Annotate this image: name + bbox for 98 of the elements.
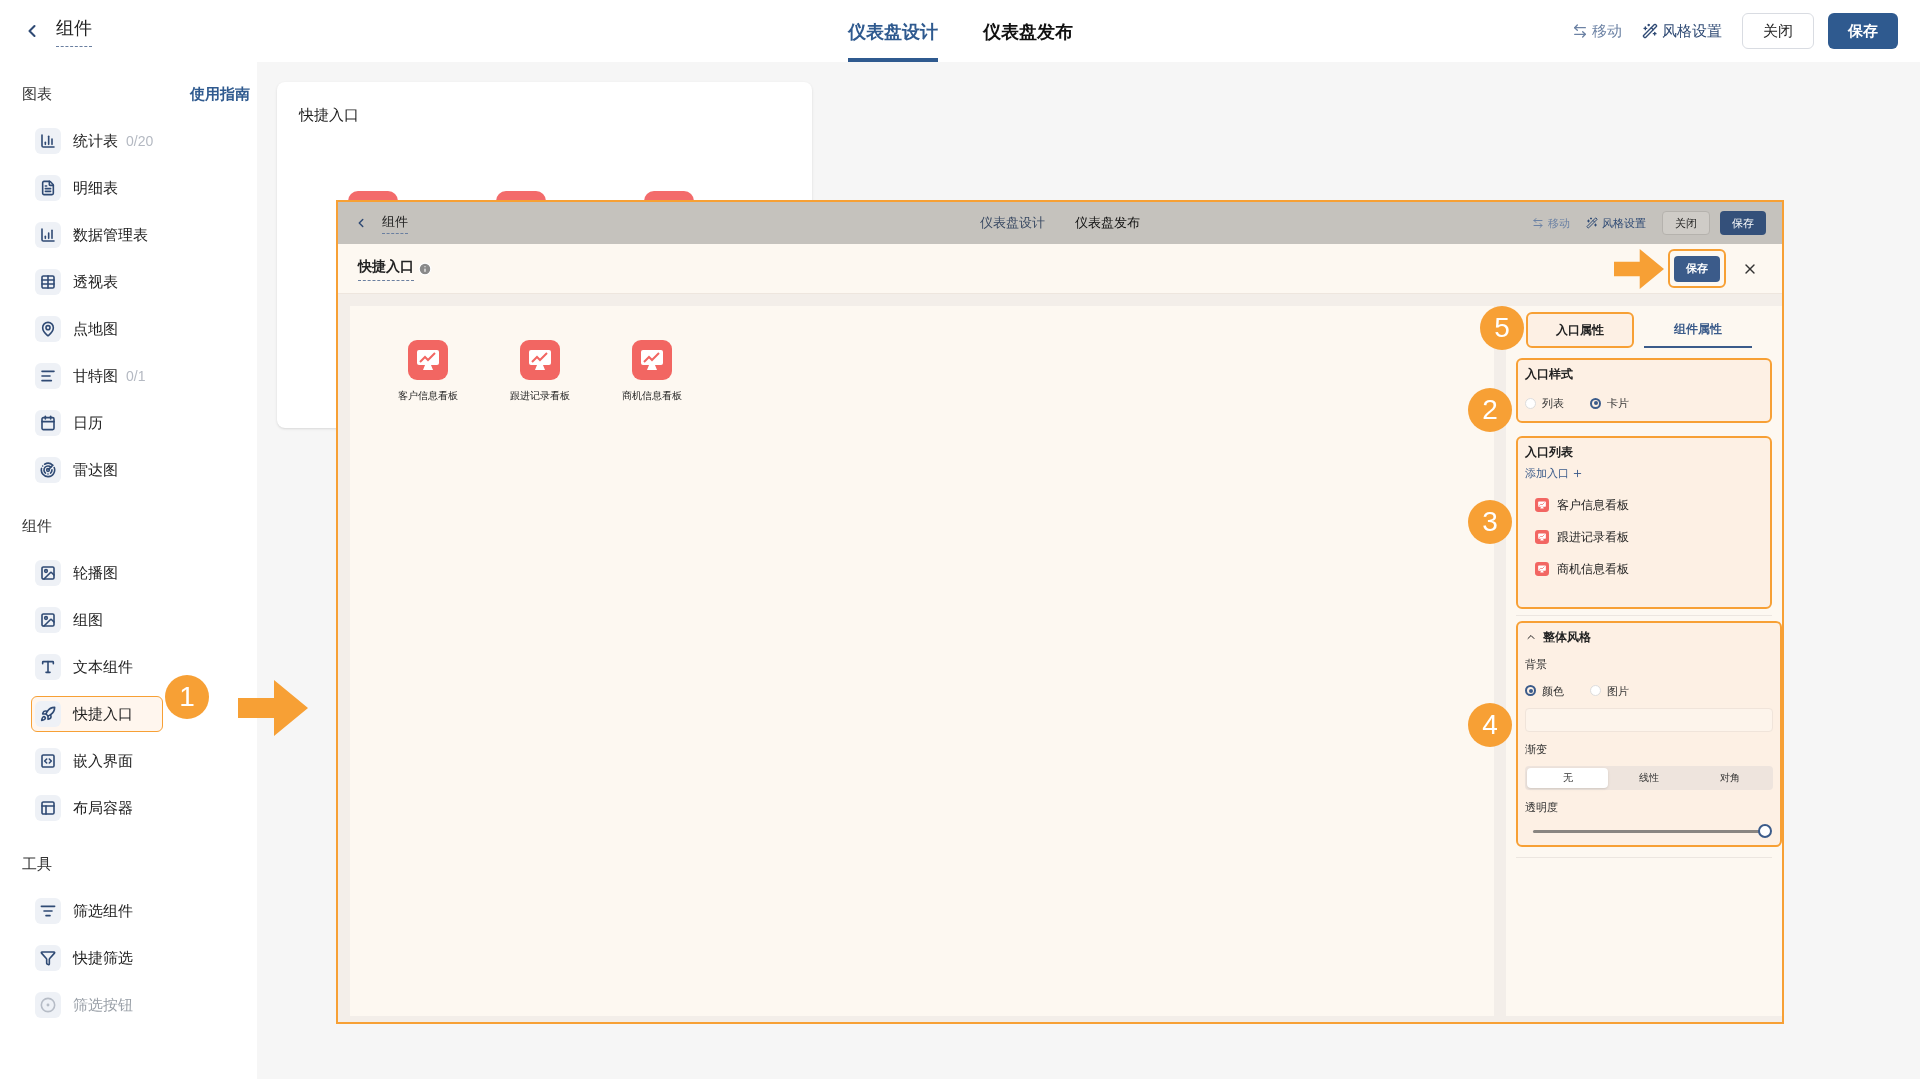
item-count: 0/1: [126, 366, 146, 386]
panel-title: 快捷入口: [358, 256, 414, 281]
sidebar-item[interactable]: 快捷筛选: [31, 940, 163, 976]
section-title: 组件: [22, 515, 52, 536]
image-icon: [35, 607, 61, 633]
field-label: 透明度: [1525, 799, 1559, 815]
map-pin-icon: [35, 316, 61, 342]
segment-option[interactable]: 线性: [1608, 767, 1690, 788]
dashboard-entry-icon: [520, 340, 560, 380]
segment-option[interactable]: 对角: [1689, 767, 1771, 788]
step-number: 2: [1468, 388, 1512, 432]
table-icon: [35, 269, 61, 295]
arrow-icon: [1614, 248, 1664, 289]
swap-icon: [1572, 23, 1588, 39]
radio-option[interactable]: 列表: [1525, 395, 1564, 412]
text-icon: [35, 654, 61, 680]
style-settings-button[interactable]: 风格设置: [1642, 19, 1722, 43]
save-button[interactable]: 保存: [1674, 255, 1720, 282]
sidebar-item[interactable]: 文本组件: [31, 649, 163, 685]
item-count: 0/20: [126, 131, 154, 151]
step-number: 5: [1480, 306, 1524, 350]
filter-icon: [35, 898, 61, 924]
entry-label: 跟进记录看板: [510, 389, 570, 403]
entry-label: 商机信息看板: [622, 389, 682, 403]
chart-icon: [35, 222, 61, 248]
sidebar-item[interactable]: 甘特图 0/1: [31, 358, 163, 394]
arrow-icon: [238, 680, 308, 736]
add-entry-link[interactable]: 添加入口: [1525, 465, 1583, 482]
entry-list-item[interactable]: 跟进记录看板: [1535, 527, 1763, 546]
radio-option[interactable]: 颜色: [1525, 682, 1564, 699]
bar-chart-icon: [35, 128, 61, 154]
save-button[interactable]: 保存: [1720, 211, 1766, 235]
radar-icon: [35, 457, 61, 483]
swap-icon: [1532, 217, 1544, 229]
tab[interactable]: 仪表盘发布: [1075, 202, 1140, 244]
style-settings-button[interactable]: 风格设置: [1586, 214, 1646, 232]
tab[interactable]: 仪表盘发布: [982, 0, 1073, 62]
sidebar-item[interactable]: 数据管理表: [31, 217, 163, 253]
entry-label: 客户信息看板: [398, 389, 458, 403]
field-label: 渐变: [1525, 742, 1548, 757]
close-button[interactable]: 关闭: [1662, 211, 1710, 235]
sidebar-item[interactable]: 轮播图: [31, 555, 163, 591]
sidebar-item[interactable]: 点地图: [31, 311, 163, 347]
tab[interactable]: 组件属性: [1644, 312, 1752, 348]
icon-edge: [496, 190, 546, 201]
image-icon: [35, 560, 61, 586]
section-title: 工具: [22, 853, 52, 874]
wand-icon: [1642, 23, 1658, 39]
section-title: 图表: [22, 83, 52, 104]
code-icon: [35, 748, 61, 774]
dashboard-entry-icon: [408, 340, 448, 380]
layout-icon: [35, 795, 61, 821]
tab[interactable]: 仪表盘设计: [980, 202, 1045, 244]
wand-icon: [1586, 217, 1598, 229]
close-button[interactable]: 关闭: [1742, 13, 1814, 49]
dashboard-entry-icon: [632, 340, 672, 380]
gantt-icon: [35, 363, 61, 389]
sidebar-item[interactable]: 组图: [31, 602, 163, 638]
back-link[interactable]: 组件: [56, 15, 92, 47]
sidebar-item[interactable]: 快捷入口: [31, 696, 163, 732]
section-title: 入口样式: [1525, 366, 1574, 383]
entry-list-item[interactable]: 商机信息看板: [1535, 559, 1763, 578]
sidebar-item[interactable]: 透视表: [31, 264, 163, 300]
icon-edge: [644, 190, 694, 201]
segment-option[interactable]: 无: [1527, 767, 1609, 788]
save-button[interactable]: 保存: [1828, 13, 1898, 49]
document-icon: [35, 175, 61, 201]
step-number: 3: [1468, 500, 1512, 544]
section-header[interactable]: 整体风格: [1525, 628, 1591, 646]
sidebar-item[interactable]: 明细表: [31, 170, 163, 206]
filter-button-icon: [35, 992, 61, 1018]
slider-thumb[interactable]: [1758, 824, 1772, 838]
entry-list-item[interactable]: 客户信息看板: [1535, 495, 1763, 514]
back-link[interactable]: 组件: [382, 211, 408, 235]
calendar-icon: [35, 410, 61, 436]
dashboard-entry-icon: [1535, 529, 1549, 544]
dashboard-entry-icon: [1535, 497, 1549, 512]
sidebar-item[interactable]: 筛选组件: [31, 893, 163, 929]
sidebar-item[interactable]: 统计表 0/20: [31, 123, 163, 159]
card-title: 快捷入口: [299, 105, 359, 125]
icon-edge: [348, 190, 398, 201]
guide-link[interactable]: 使用指南: [190, 82, 250, 106]
radio-option[interactable]: 卡片: [1590, 395, 1629, 412]
sidebar-item[interactable]: 雷达图: [31, 452, 163, 488]
dashboard-entry-icon: [1535, 561, 1549, 576]
funnel-icon: [35, 945, 61, 971]
tab[interactable]: 入口属性: [1526, 312, 1634, 348]
sidebar-item[interactable]: 布局容器: [31, 790, 163, 826]
field-label: 背景: [1525, 657, 1548, 672]
sidebar-item[interactable]: 日历: [31, 405, 163, 441]
section-title: 入口列表: [1525, 444, 1574, 461]
info-icon: [418, 261, 432, 276]
move-button[interactable]: 移动: [1572, 19, 1622, 43]
sidebar-item[interactable]: 嵌入界面: [31, 743, 163, 779]
radio-option[interactable]: 图片: [1590, 682, 1629, 699]
rocket-icon: [35, 701, 61, 727]
step-number: 4: [1468, 703, 1512, 747]
plus-icon: [1572, 467, 1583, 479]
